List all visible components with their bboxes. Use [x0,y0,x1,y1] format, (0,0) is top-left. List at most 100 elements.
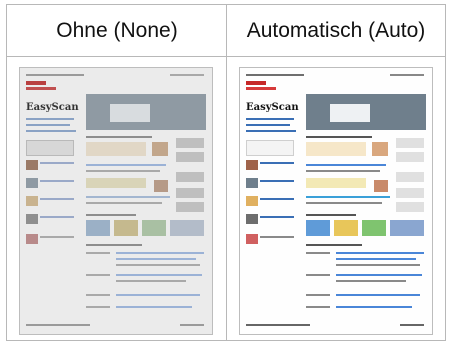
footer-text [26,324,90,326]
text-line [260,180,294,182]
date-text [306,252,330,254]
footer-text [400,324,424,326]
header-text-line [170,74,204,76]
section-heading [306,136,372,138]
text-line [86,196,170,198]
date-text [86,274,110,276]
gallery-image [306,220,330,236]
gallery-image [390,220,424,236]
thumb-image [246,160,258,170]
text-line [40,198,74,200]
gallery-image [362,220,386,236]
section-heading [306,244,362,246]
side-banner [176,202,204,212]
gallery-image [114,220,138,236]
thumb-image [26,214,38,224]
thumb-image [26,234,38,244]
news-line [336,258,416,260]
section-heading [86,214,136,216]
date-text [306,306,330,308]
thumb-image [246,178,258,188]
sidebar-link [246,124,290,126]
thumb-image [26,178,38,188]
hero-device [110,104,150,122]
side-banner [396,172,424,182]
text-line [306,202,382,204]
scanned-page-auto: EasyScan [239,67,433,335]
side-banner [396,202,424,212]
scanned-page-none: EasyScan [19,67,213,335]
text-line [40,180,74,182]
header-text-line [246,74,304,76]
sidebar-box [26,140,74,156]
person-photo [152,142,168,156]
section-heading [306,214,356,216]
footer-text [180,324,204,326]
brand-logo [246,81,266,85]
news-line [116,274,202,276]
gallery-image [86,220,110,236]
news-line [116,306,192,308]
side-banner [396,152,424,162]
news-line [116,280,186,282]
sidebar-box [246,140,294,156]
promo-box [306,178,366,188]
nav-strip [246,87,276,90]
news-line [336,280,406,282]
section-heading [86,244,142,246]
sidebar-link [26,124,70,126]
column-header-auto: Automatisch (Auto) [246,18,426,42]
person-photo [372,142,388,156]
text-line [306,164,386,166]
preview-cell-none: EasyScan [7,57,226,341]
person-photo [154,180,168,192]
feature-box [86,142,146,156]
text-line [260,162,294,164]
sidebar-link [246,118,294,120]
text-line [306,196,390,198]
text-line [260,236,294,238]
hero-device [330,104,370,122]
date-text [86,252,110,254]
text-line [86,164,166,166]
sidebar-link [26,118,74,120]
thumb-image [246,196,258,206]
thumb-image [26,196,38,206]
brand-logo [26,81,46,85]
side-banner [176,188,204,198]
section-heading [86,136,152,138]
thumb-image [26,160,38,170]
preview-logo-text: EasyScan [26,102,79,113]
feature-box [306,142,366,156]
footer-text [246,324,310,326]
gallery-image [142,220,166,236]
text-line [40,216,74,218]
text-line [260,216,294,218]
text-line [86,170,160,172]
side-banner [396,138,424,148]
side-banner [176,138,204,148]
sidebar-link [246,130,296,132]
news-line [336,306,412,308]
side-banner [176,172,204,182]
preview-logo-text: EasyScan [246,102,299,113]
text-line [40,162,74,164]
side-banner [396,188,424,198]
nav-strip [26,87,56,90]
gallery-image [334,220,358,236]
date-text [306,274,330,276]
header-text-line [26,74,84,76]
text-line [86,202,162,204]
text-line [40,236,74,238]
text-line [260,198,294,200]
person-photo [374,180,388,192]
news-line [116,258,196,260]
comparison-table: Ohne (None) Automatisch (Auto) EasyScan [6,4,446,341]
thumb-image [246,214,258,224]
thumb-image [246,234,258,244]
news-line [116,294,200,296]
column-header-none: Ohne (None) [56,18,178,42]
date-text [86,306,110,308]
news-line [336,252,424,254]
date-text [306,294,330,296]
